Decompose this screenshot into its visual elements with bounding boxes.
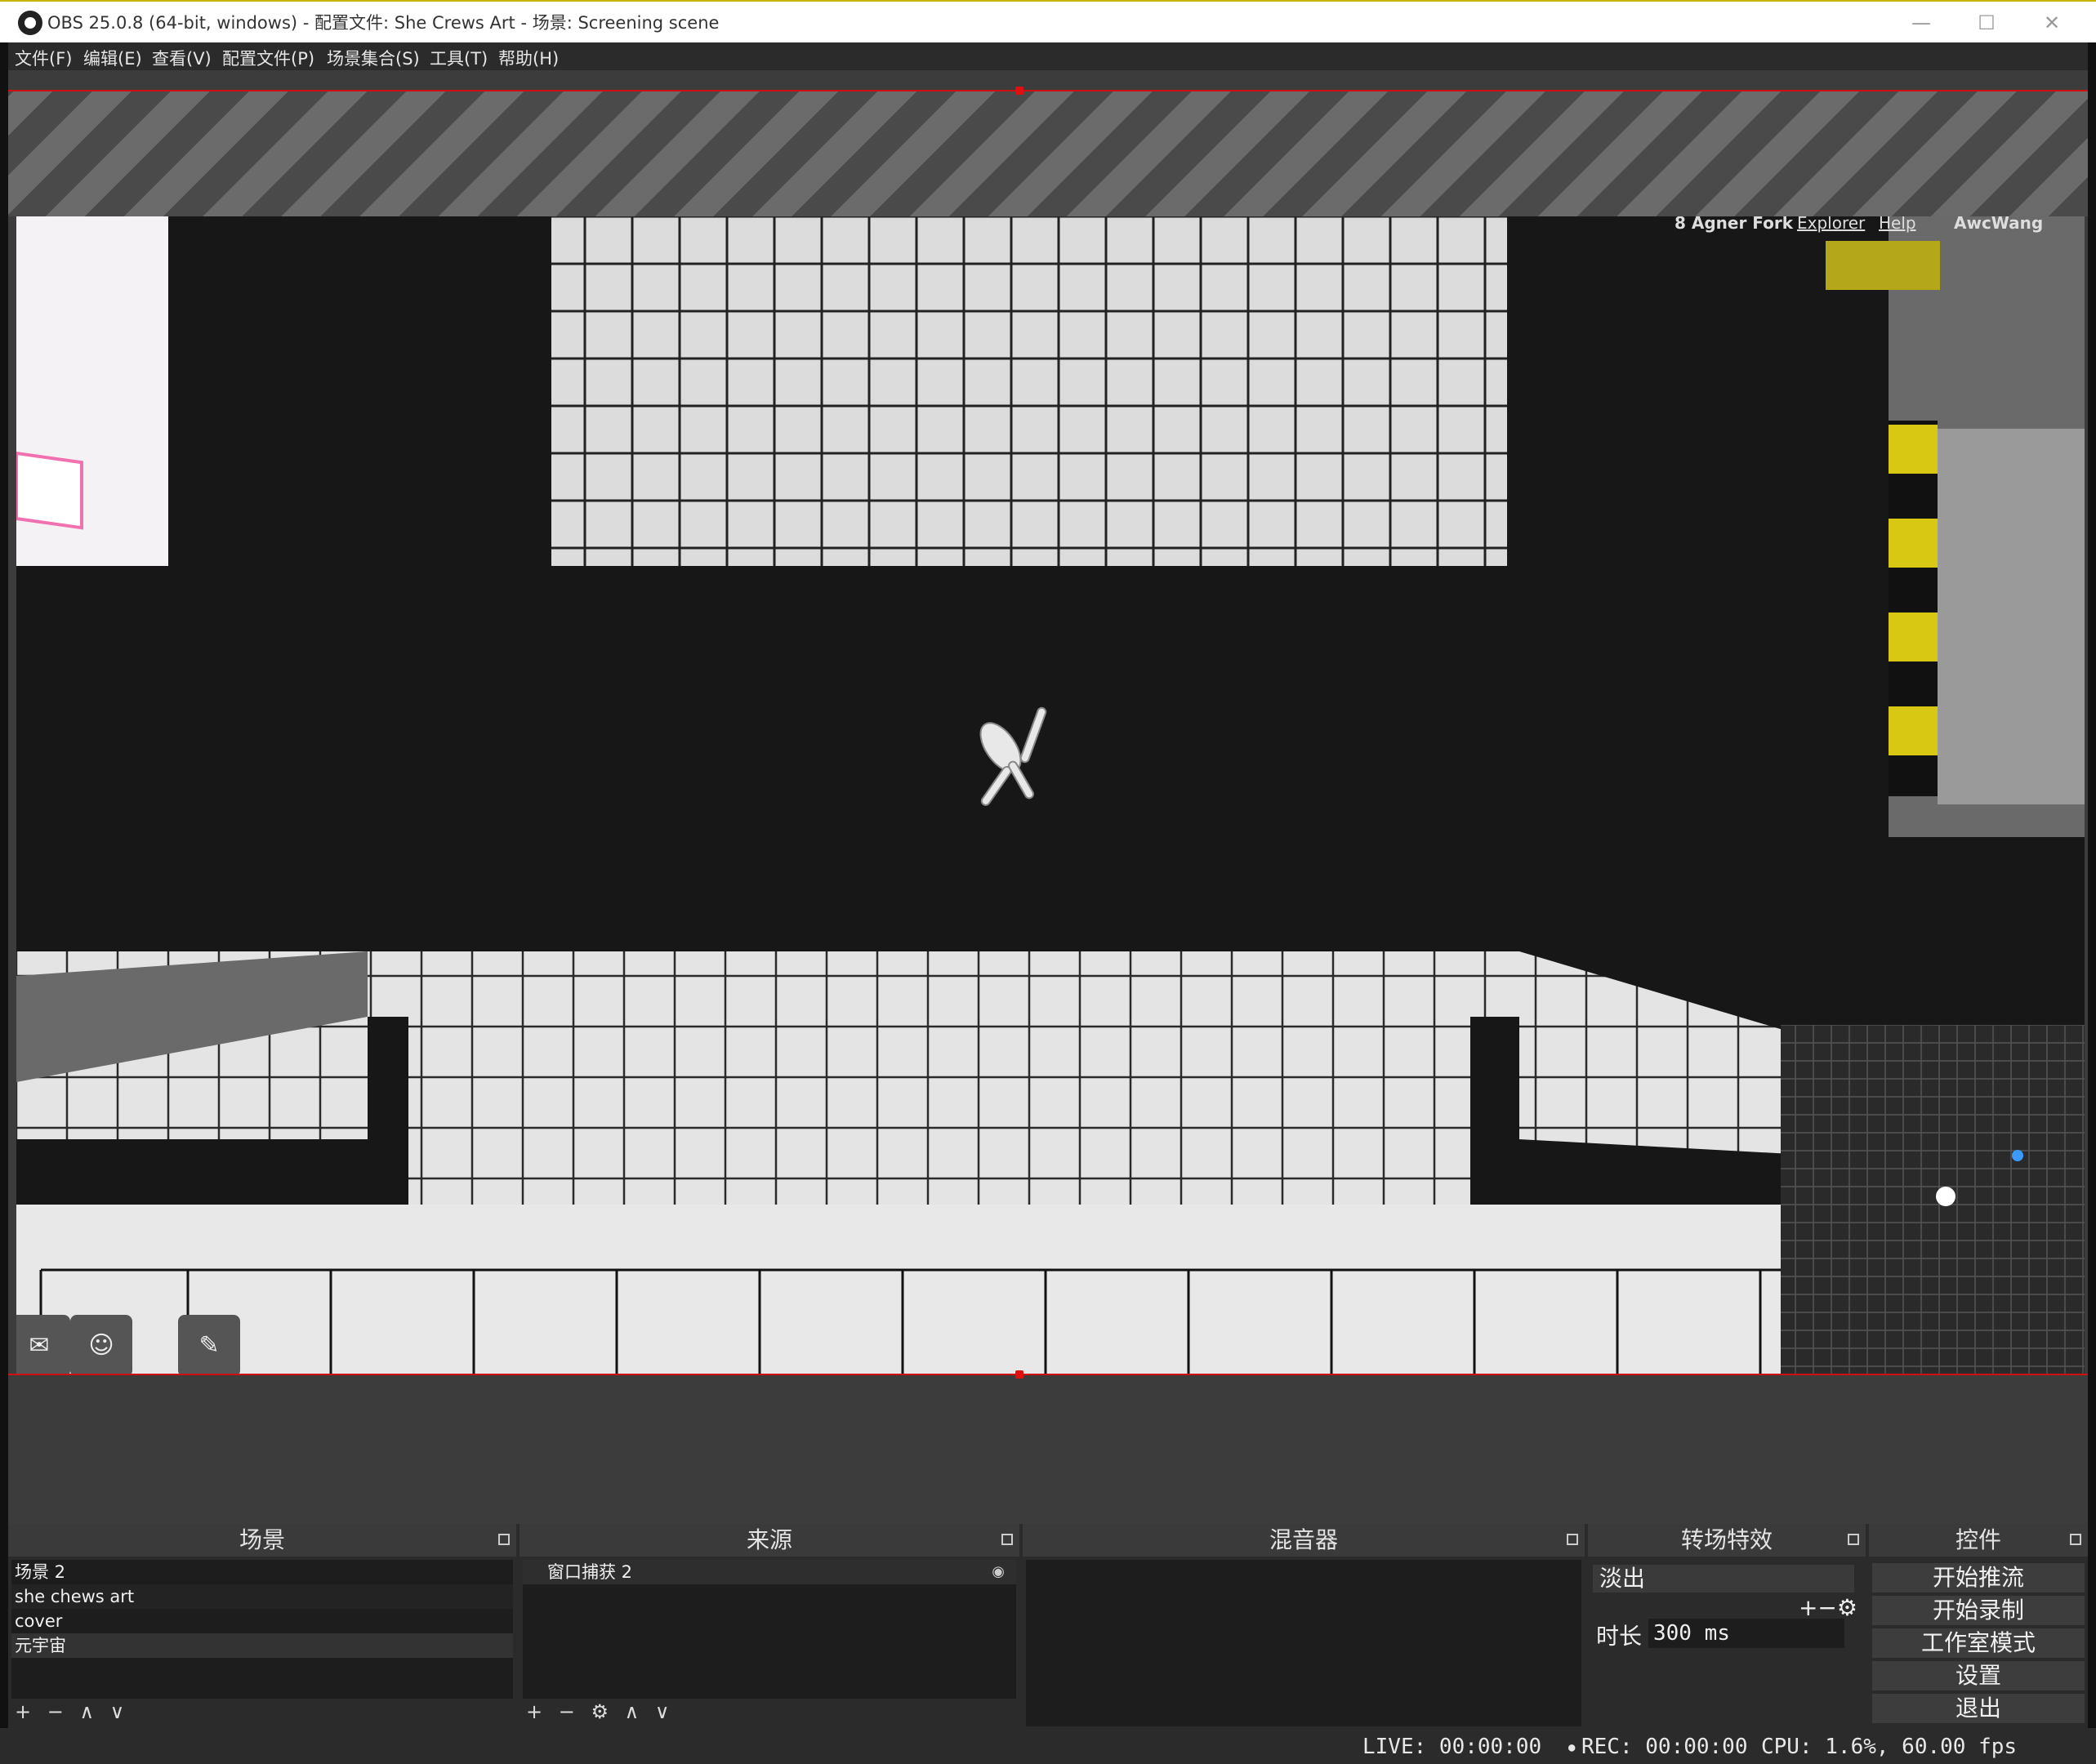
controls-dock-title: 控件 xyxy=(1869,1524,2088,1557)
scene-item-selected[interactable]: 元宇宙 xyxy=(11,1633,513,1658)
float-dock-icon[interactable] xyxy=(1567,1534,1578,1545)
float-dock-icon[interactable] xyxy=(1848,1534,1859,1545)
minimize-button[interactable]: — xyxy=(1889,3,1954,42)
window-title-bar: OBS 25.0.8 (64-bit, windows) - 配置文件: She… xyxy=(0,0,2096,42)
scenes-dock-title: 场景 xyxy=(8,1524,516,1557)
duration-label: 时长 xyxy=(1596,1623,1643,1650)
sources-list[interactable]: 窗口捕获 2 ◉ xyxy=(523,1560,1016,1699)
chat-icon[interactable]: ✉ xyxy=(16,1315,70,1374)
menu-help[interactable]: 帮助(H) xyxy=(498,46,559,70)
mixer-dock-title: 混音器 xyxy=(1023,1524,1585,1557)
menu-edit[interactable]: 编辑(E) xyxy=(83,46,142,70)
scenes-dock: 场景 场景 2 she chews art cover 元宇宙 + − ∧ ∨ xyxy=(8,1524,516,1728)
sources-dock-title: 来源 xyxy=(520,1524,1019,1557)
menu-file[interactable]: 文件(F) xyxy=(15,46,72,70)
studio-mode-button[interactable]: 工作室模式 xyxy=(1872,1628,2085,1658)
status-bar: LIVE: 00:00:00 ● REC: 00:00:00 CPU: 1.6%… xyxy=(0,1728,2096,1764)
window-title: OBS 25.0.8 (64-bit, windows) - 配置文件: She… xyxy=(47,13,720,33)
scenes-list[interactable]: 场景 2 she chews art cover 元宇宙 xyxy=(11,1560,513,1699)
game-location-label: 8 Agner Fork xyxy=(1675,216,1794,233)
sources-dock: 来源 窗口捕获 2 ◉ + − ⚙ ∧ ∨ xyxy=(520,1524,1019,1728)
window-border-right xyxy=(2088,42,2096,1728)
source-bounds-top xyxy=(8,90,2088,91)
close-button[interactable]: ✕ xyxy=(2019,3,2085,42)
resize-handle-bottom[interactable] xyxy=(1015,1370,1023,1379)
cpu-fps: CPU: 1.6%, 60.00 fps xyxy=(1761,1735,2018,1759)
scene-item[interactable]: cover xyxy=(11,1609,513,1633)
transition-add-remove[interactable]: +−⚙ xyxy=(1799,1594,1857,1621)
menu-view[interactable]: 查看(V) xyxy=(152,46,212,70)
mixer-dock: 混音器 xyxy=(1023,1524,1585,1728)
window-capture-preview[interactable]: 8 Agner Fork Explorer Help AwcWang ✉ ☺ ✎ xyxy=(16,216,2085,1374)
maximize-button[interactable]: ☐ xyxy=(1954,3,2019,42)
rec-dot-icon: ● xyxy=(1568,1741,1576,1754)
settings-button[interactable]: 设置 xyxy=(1872,1661,2085,1690)
float-dock-icon[interactable] xyxy=(1001,1534,1013,1545)
transitions-dock: 转场特效 淡出 +−⚙ 时长 300 ms xyxy=(1588,1524,1866,1728)
controls-dock: 控件 开始推流 开始录制 工作室模式 设置 退出 xyxy=(1869,1524,2088,1728)
rec-timer: REC: 00:00:00 xyxy=(1581,1735,1748,1759)
duration-spinbox[interactable]: 300 ms xyxy=(1648,1619,1844,1648)
source-bounds-bottom xyxy=(8,1374,2088,1375)
menu-bar: 文件(F) 编辑(E) 查看(V) 配置文件(P) 场景集合(S) 工具(T) … xyxy=(0,42,2096,70)
emoji-icon[interactable]: ☺ xyxy=(70,1315,132,1374)
live-timer: LIVE: 00:00:00 xyxy=(1362,1735,1542,1759)
scene-item[interactable]: she chews art xyxy=(11,1584,513,1609)
start-recording-button[interactable]: 开始录制 xyxy=(1872,1596,2085,1625)
menu-scene-collection[interactable]: 场景集合(S) xyxy=(327,46,420,70)
transition-select[interactable]: 淡出 xyxy=(1593,1565,1854,1592)
game-scene-render xyxy=(16,216,2085,1374)
game-username[interactable]: AwcWang xyxy=(1954,216,2043,233)
source-item[interactable]: 窗口捕获 2 ◉ xyxy=(523,1560,1016,1584)
preview-out-of-bounds-hatch xyxy=(8,90,2088,216)
menu-profile[interactable]: 配置文件(P) xyxy=(222,46,314,70)
visibility-eye-icon[interactable]: ◉ xyxy=(992,1560,1005,1584)
start-streaming-button[interactable]: 开始推流 xyxy=(1872,1563,2085,1592)
obs-logo-icon xyxy=(18,11,42,35)
source-item-label: 窗口捕获 2 xyxy=(547,1562,633,1582)
game-help-link[interactable]: Help xyxy=(1879,216,1916,233)
game-explorer-link[interactable]: Explorer xyxy=(1797,216,1865,233)
mixer-panel xyxy=(1026,1560,1581,1726)
scene-item[interactable]: 场景 2 xyxy=(11,1560,513,1584)
transitions-dock-title: 转场特效 xyxy=(1588,1524,1866,1557)
window-border-left xyxy=(0,42,8,1728)
resize-handle-top[interactable] xyxy=(1015,87,1023,95)
float-dock-icon[interactable] xyxy=(2070,1534,2081,1545)
sources-toolbar[interactable]: + − ⚙ ∧ ∨ xyxy=(526,1700,674,1723)
menu-tools[interactable]: 工具(T) xyxy=(430,46,488,70)
exit-button[interactable]: 退出 xyxy=(1872,1694,2085,1723)
scenes-toolbar[interactable]: + − ∧ ∨ xyxy=(15,1700,129,1723)
mic-muted-icon[interactable]: ✎ xyxy=(178,1315,240,1374)
float-dock-icon[interactable] xyxy=(498,1534,510,1545)
